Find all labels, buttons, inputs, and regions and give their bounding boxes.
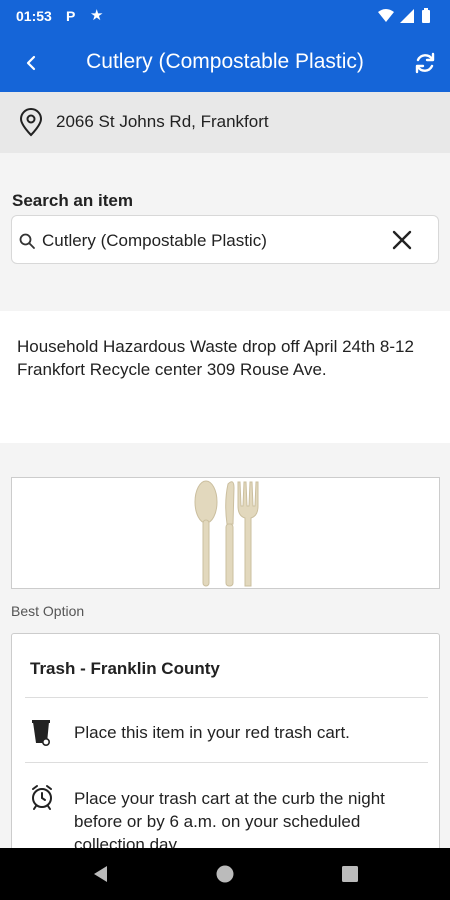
divider (25, 697, 428, 698)
status-bar: 01:53 P ★ (0, 0, 450, 32)
search-value[interactable]: Cutlery (Compostable Plastic) (42, 231, 267, 251)
address-bar[interactable]: 2066 St Johns Rd, Frankfort (0, 92, 450, 153)
cutlery-image (194, 480, 259, 587)
notice-banner: Household Hazardous Waste drop off April… (0, 311, 450, 443)
alarm-clock-icon (32, 785, 52, 810)
battery-icon (422, 10, 430, 23)
disposal-card: Trash - Franklin County Place this item … (11, 633, 440, 863)
back-triangle-icon[interactable] (91, 864, 109, 884)
card-title: Trash - Franklin County (30, 659, 220, 678)
best-option-label: Best Option (11, 603, 85, 619)
notice-text: Household Hazardous Waste drop off April… (17, 337, 414, 379)
search-icon (19, 233, 35, 249)
divider (25, 762, 428, 763)
signal-icon (400, 9, 414, 23)
home-circle-icon[interactable] (215, 864, 235, 884)
parking-icon: P (66, 8, 76, 24)
search-section: Search an item Cutlery (Compostable Plas… (0, 153, 450, 311)
search-label: Search an item (12, 191, 133, 210)
card-row-text: Place this item in your red trash cart. (74, 723, 350, 742)
status-time: 01:53 (16, 8, 52, 24)
card-row-text: Place your trash cart at the curb the ni… (74, 789, 385, 854)
status-icons (378, 8, 430, 23)
page-title: Cutlery (Compostable Plastic) (86, 50, 364, 73)
app-bar: Cutlery (Compostable Plastic) (0, 32, 450, 92)
location-pin-icon (19, 108, 43, 137)
system-nav-bar (0, 848, 450, 900)
search-input[interactable]: Cutlery (Compostable Plastic) (11, 215, 439, 264)
trash-cart-icon (32, 720, 51, 746)
item-image (11, 477, 440, 589)
star-icon: ★ (90, 7, 104, 24)
close-icon[interactable] (390, 228, 414, 252)
refresh-icon[interactable] (410, 48, 440, 78)
wifi-icon (378, 9, 394, 22)
recent-square-icon[interactable] (341, 865, 359, 883)
address-text: 2066 St Johns Rd, Frankfort (56, 112, 269, 131)
